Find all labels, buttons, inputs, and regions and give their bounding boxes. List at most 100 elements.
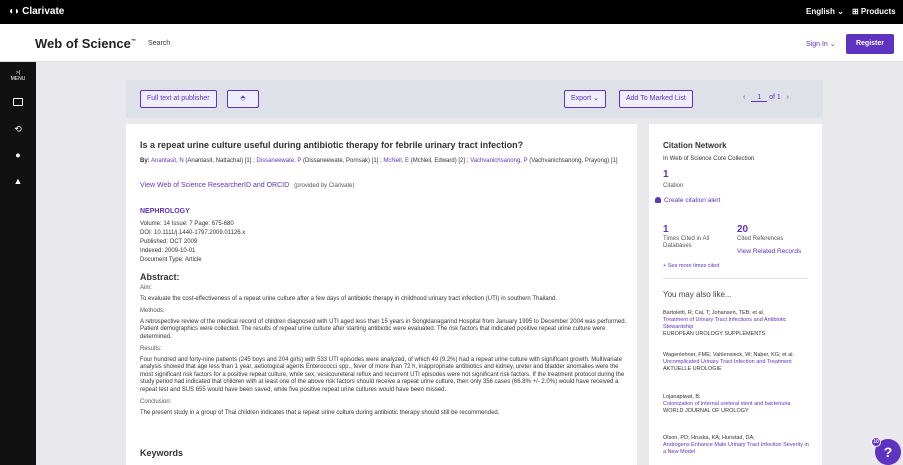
volume-issue-page: Volume: 14 Issue: 7 Page: 675-680 [140,221,234,227]
document-type: Document Type: Article [140,257,202,263]
author-link[interactable]: Dissaneewate, P [256,158,301,164]
citation-network-panel: Citation Network In Web of Science Core … [649,124,822,465]
view-researcher-id-link[interactable]: View Web of Science ResearcherID and ORC… [140,182,355,189]
related-authors: Bartoletti, R; Cai, T; Johansen, TEB; et… [663,310,765,316]
language-selector[interactable]: English ⌄ [806,7,844,16]
help-icon: ? [883,444,893,460]
author-detail: (McNeil, Edward) [2] ; [409,158,471,164]
you-may-also-like-heading: You may also like... [663,290,732,299]
conclusion-text: The present study in a group of Thai chi… [140,409,500,416]
top-bar: ◖◗ Clarivate English ⌄ ⊞ Products [0,0,903,24]
author-link[interactable]: McNeil, E [383,158,409,164]
keywords-heading: Keywords [140,448,184,458]
rail-folder[interactable] [0,98,36,108]
history-icon: ⟲ [14,124,22,134]
related-title-link[interactable]: Colonization of internal ureteral stent … [663,401,813,408]
publisher-icon: ⬘ [240,95,246,102]
record-card: Is a repeat urine culture useful during … [126,124,637,465]
methods-label: Methods: [140,308,165,314]
related-authors: Lojanapiwat, B; [663,394,701,400]
page-total: of 1 [769,94,781,101]
related-record: Olson, PD; Hruska, KA; Hunstad, DA; Andr… [663,435,813,456]
rail-profile[interactable]: ● [0,150,36,160]
author-detail: (Vachvanichsanong, Prayong) [1] [527,158,618,164]
related-record: Wagenlehner, FME; Vahlensieck, W; Naber,… [663,352,813,373]
search-link[interactable]: Search [148,40,170,47]
related-authors: Olson, PD; Hruska, KA; Hunstad, DA; [663,435,755,441]
page-input[interactable]: 1 [751,94,768,102]
times-cited-count[interactable]: 1 [663,224,669,235]
related-title-link[interactable]: Uncomplicated Urinary Tract Infection an… [663,359,813,366]
record-title: Is a repeat urine culture useful during … [140,140,524,150]
prev-page-icon[interactable]: ‹ [743,94,745,101]
related-source: WORLD JOURNAL OF UROLOGY [663,408,749,414]
clarivate-icon: ◖◗ [8,6,21,17]
record-metadata: Volume: 14 Issue: 7 Page: 675-680 DOI: 1… [140,220,245,265]
related-source: EUROPEAN UROLOGY SUPPLEMENTS [663,331,766,337]
provided-by: (provided by Clarivate) [294,183,355,189]
core-collection-label: In Web of Science Core Collection [663,156,755,162]
indexed-date: Indexed: 2009-10-01 [140,248,196,254]
pager: ‹ 1 of 1 › [743,94,789,102]
related-title-link[interactable]: Treatment of Urinary Tract Infections an… [663,317,813,331]
see-more-times-cited-link[interactable]: + See more times cited [663,263,719,269]
conclusion-label: Conclusion: [140,399,172,405]
sign-in-button[interactable]: Sign In ⌄ [806,40,836,48]
view-related-records-link[interactable]: View Related Records [737,248,801,255]
register-button[interactable]: Register [846,34,894,54]
aim-label: Aim: [140,285,152,291]
related-record: Lojanapiwat, B; Colonization of internal… [663,394,813,415]
results-label: Results: [140,346,162,352]
clarivate-logo[interactable]: ◖◗ Clarivate [8,6,64,17]
record-toolbar: Full text at publisher ⬘ Export ⌄ Add To… [126,80,823,118]
related-title-link[interactable]: Androgens Enhance Male Urinary Tract Inf… [663,442,813,456]
user-icon: ● [15,150,21,160]
wos-logo[interactable]: Web of Science™ [35,36,136,51]
bell-icon: ▲ [13,176,23,186]
author-link[interactable]: Vachvanichsanong, P [470,158,528,164]
published-date: Published: OCT 2009 [140,239,198,245]
aim-text: To evaluate the cost-effectiveness of a … [140,295,558,302]
divider [663,278,808,279]
author-detail: (Anantasit, Nattachai) [1] ; [183,158,257,164]
menu-toggle[interactable]: >| MENU [0,70,36,82]
export-button[interactable]: Export ⌄ [564,90,607,108]
abstract-heading: Abstract: [140,272,180,282]
citation-label: Citation [663,183,684,189]
trademark: ™ [130,38,136,45]
rail-alerts[interactable]: ▲ [0,176,36,186]
wos-logo-text: Web of Science [35,36,131,51]
next-page-icon[interactable]: › [787,94,789,101]
author-list: By: Anantasit, N (Anantasit, Nattachai) … [140,157,630,165]
results-text: Four hundred and forty-nine patients (24… [140,356,625,393]
folder-icon [13,98,23,106]
left-rail: >| MENU ⟲ ● ▲ [0,62,36,465]
methods-text: A retrospective review of the medical re… [140,318,627,340]
products-menu[interactable]: ⊞ Products [852,7,896,16]
bell-icon [655,197,661,203]
author-detail: (Dissaneewate, Pornsak) [1] ; [301,158,384,164]
create-alert-link[interactable]: Create citation alert [655,197,720,204]
author-link[interactable]: Anantasit, N [151,158,184,164]
help-button[interactable]: ? 10 [871,437,901,465]
related-authors: Wagenlehner, FME; Vahlensieck, W; Naber,… [663,352,795,358]
create-alert-text: Create citation alert [664,197,721,204]
citation-count[interactable]: 1 [663,169,669,180]
by-label: By: [140,158,150,164]
cited-references-count[interactable]: 20 [737,224,748,235]
times-cited-label: Times Cited in All Databases [663,236,710,249]
app-header: Web of Science™ Search Sign In ⌄ Registe… [0,24,903,62]
related-source: AKTUELLE UROLOGIE [663,366,722,372]
publisher-link-button[interactable]: ⬘ [227,90,259,108]
related-record: Bartoletti, R; Cai, T; Johansen, TEB; et… [663,310,813,338]
full-text-button[interactable]: Full text at publisher [140,90,217,108]
journal-link[interactable]: NEPHROLOGY [140,208,190,215]
citation-network-heading: Citation Network [663,141,727,150]
abstract-body: Aim: To evaluate the cost-effectiveness … [140,285,630,422]
menu-label: MENU [10,76,26,82]
view-rid-text: View Web of Science ResearcherID and ORC… [140,182,290,189]
add-marked-list-button[interactable]: Add To Marked List [619,90,693,108]
notification-badge: 10 [871,437,881,447]
doi: DOI: 10.1111/j.1440-1797.2009.01126.x [140,230,246,236]
rail-history[interactable]: ⟲ [0,124,36,135]
